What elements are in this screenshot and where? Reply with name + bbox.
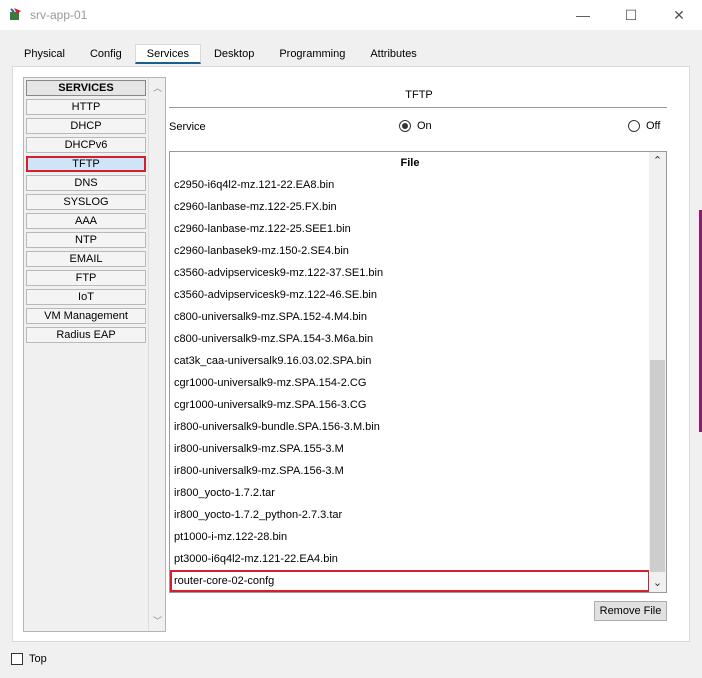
file-row[interactable]: c800-universalk9-mz.SPA.154-3.M6a.bin <box>170 328 650 350</box>
service-iot[interactable]: IoT <box>26 289 146 305</box>
tftp-title: TFTP <box>405 89 433 101</box>
service-dhcpv6[interactable]: DHCPv6 <box>26 137 146 153</box>
top-label: Top <box>29 653 47 665</box>
chevron-down-icon[interactable]: ⌄ <box>649 574 666 592</box>
service-dns[interactable]: DNS <box>26 175 146 191</box>
file-row[interactable]: c2960-lanbasek9-mz.150-2.SE4.bin <box>170 240 650 262</box>
file-row[interactable]: ir800_yocto-1.7.2.tar <box>170 482 650 504</box>
file-row[interactable]: router-core-02-confg <box>170 570 650 592</box>
close-button[interactable]: ✕ <box>656 0 702 30</box>
minimize-button[interactable]: — <box>560 0 606 30</box>
service-syslog[interactable]: SYSLOG <box>26 194 146 210</box>
service-email[interactable]: EMAIL <box>26 251 146 267</box>
service-ftp[interactable]: FTP <box>26 270 146 286</box>
top-checkbox[interactable]: Top <box>11 653 47 665</box>
file-row[interactable]: cat3k_caa-universalk9.16.03.02.SPA.bin <box>170 350 650 372</box>
service-ntp[interactable]: NTP <box>26 232 146 248</box>
tab-config[interactable]: Config <box>78 44 134 64</box>
tab-services[interactable]: Services <box>134 44 201 64</box>
divider <box>169 107 667 108</box>
close-icon: ✕ <box>673 6 685 23</box>
title-bar: srv-app-01 — ☐ ✕ <box>0 0 702 30</box>
service-http[interactable]: HTTP <box>26 99 146 115</box>
services-scrollbar[interactable]: ︿ ﹀ <box>148 78 165 631</box>
tab-attributes[interactable]: Attributes <box>358 44 428 64</box>
file-column-header: File <box>400 157 420 169</box>
tab-bar: Physical Config Services Desktop Program… <box>12 44 430 66</box>
file-row[interactable]: c2950-i6q4l2-mz.121-22.EA8.bin <box>170 174 650 196</box>
minimize-icon: — <box>576 7 590 23</box>
service-off-radio[interactable]: Off <box>628 120 660 132</box>
router-icon <box>10 8 21 20</box>
remove-file-button[interactable]: Remove File <box>594 601 667 621</box>
file-row[interactable]: c3560-advipservicesk9-mz.122-46.SE.bin <box>170 284 650 306</box>
service-on-radio[interactable]: On <box>399 120 432 132</box>
on-label: On <box>417 120 432 132</box>
scrollbar-thumb[interactable] <box>650 360 665 572</box>
off-label: Off <box>646 120 661 132</box>
checkbox-icon <box>11 653 23 665</box>
tab-desktop[interactable]: Desktop <box>202 44 266 64</box>
service-tftp[interactable]: TFTP <box>26 156 146 172</box>
service-vm-management[interactable]: VM Management <box>26 308 146 324</box>
file-row[interactable]: ir800-universalk9-mz.SPA.156-3.M <box>170 460 650 482</box>
service-label: Service <box>169 121 206 133</box>
file-row[interactable]: pt3000-i6q4l2-mz.121-22.EA4.bin <box>170 548 650 570</box>
file-list: File c2950-i6q4l2-mz.121-22.EA8.bin c2960… <box>169 151 667 593</box>
chevron-down-icon[interactable]: ﹀ <box>149 613 166 629</box>
file-scrollbar[interactable]: ⌃ ⌄ <box>649 152 666 592</box>
services-panel: SERVICES HTTP DHCP DHCPv6 TFTP DNS SYSLO… <box>12 66 690 642</box>
service-radius-eap[interactable]: Radius EAP <box>26 327 146 343</box>
file-row[interactable]: c3560-advipservicesk9-mz.122-37.SE1.bin <box>170 262 650 284</box>
service-dhcp[interactable]: DHCP <box>26 118 146 134</box>
radio-checked-icon <box>399 120 411 132</box>
radio-unchecked-icon <box>628 120 640 132</box>
file-row[interactable]: c2960-lanbase-mz.122-25.SEE1.bin <box>170 218 650 240</box>
file-rows: c2950-i6q4l2-mz.121-22.EA8.bin c2960-lanb… <box>170 174 650 592</box>
file-row[interactable]: ir800-universalk9-bundle.SPA.156-3.M.bin <box>170 416 650 438</box>
services-header: SERVICES <box>26 80 146 96</box>
services-list: SERVICES HTTP DHCP DHCPv6 TFTP DNS SYSLO… <box>23 77 166 632</box>
chevron-up-icon[interactable]: ⌃ <box>649 152 666 170</box>
window-title: srv-app-01 <box>30 8 88 22</box>
chevron-up-icon[interactable]: ︿ <box>149 80 166 96</box>
maximize-icon: ☐ <box>624 6 638 23</box>
file-row[interactable]: cgr1000-universalk9-mz.SPA.154-2.CG <box>170 372 650 394</box>
file-row[interactable]: ir800_yocto-1.7.2_python-2.7.3.tar <box>170 504 650 526</box>
service-aaa[interactable]: AAA <box>26 213 146 229</box>
tab-programming[interactable]: Programming <box>267 44 357 64</box>
file-row[interactable]: ir800-universalk9-mz.SPA.155-3.M <box>170 438 650 460</box>
file-row[interactable]: pt1000-i-mz.122-28.bin <box>170 526 650 548</box>
tab-physical[interactable]: Physical <box>12 44 77 64</box>
file-row[interactable]: c800-universalk9-mz.SPA.152-4.M4.bin <box>170 306 650 328</box>
file-row[interactable]: cgr1000-universalk9-mz.SPA.156-3.CG <box>170 394 650 416</box>
file-row[interactable]: c2960-lanbase-mz.122-25.FX.bin <box>170 196 650 218</box>
maximize-button[interactable]: ☐ <box>608 0 654 30</box>
